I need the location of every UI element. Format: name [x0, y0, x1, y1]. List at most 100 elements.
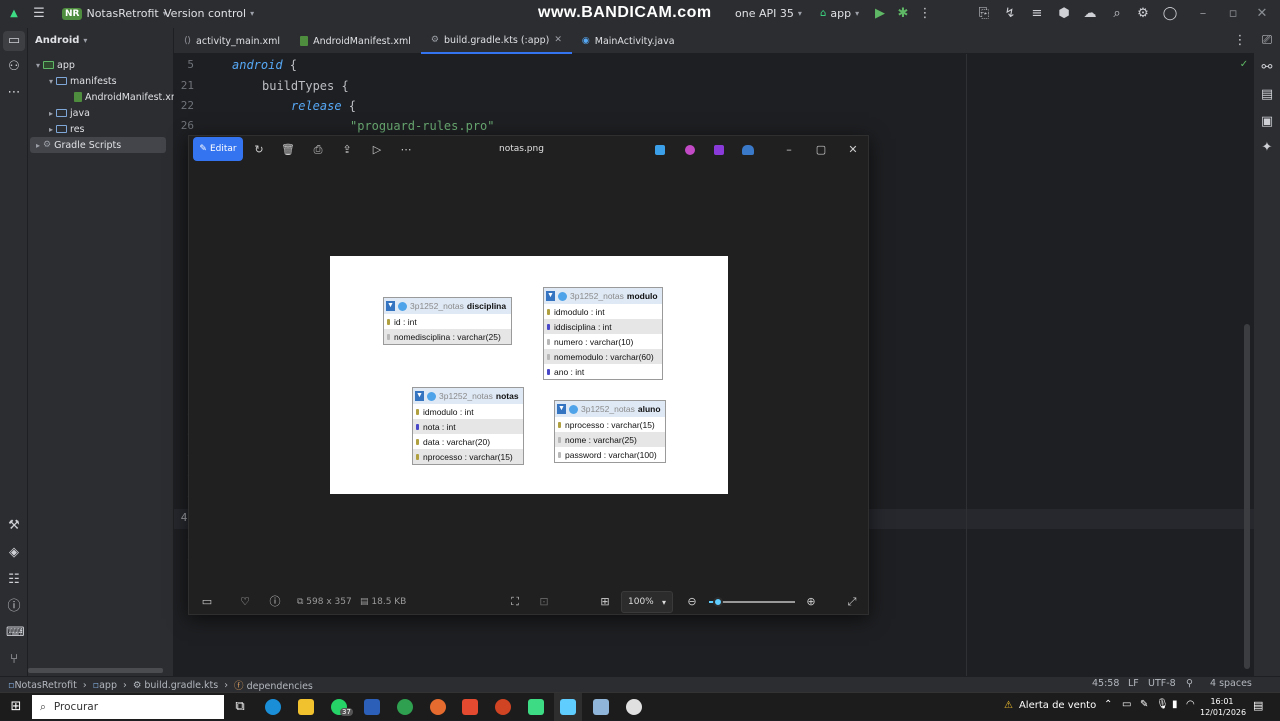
er-table-aluno[interactable]: ▼ 3p1252_notas aluno nprocesso : varchar… [554, 400, 666, 463]
photos-icon[interactable] [560, 699, 576, 715]
share-icon[interactable]: ⇪ [339, 142, 355, 158]
er-table-notas[interactable]: ▼ 3p1252_notas notas idmodulo : int nota… [412, 387, 524, 465]
print-icon[interactable]: ⎙ [310, 142, 326, 158]
running-devices-icon[interactable]: ▣ [1259, 114, 1275, 130]
more-tools-icon[interactable]: ⋯ [6, 85, 22, 101]
notifications-icon[interactable]: ⎚ [1259, 33, 1275, 49]
more-options-icon[interactable]: ⋯ [398, 142, 414, 158]
er-table-modulo[interactable]: ▼ 3p1252_notas modulo idmodulo : int idd… [543, 287, 663, 380]
horizontal-scrollbar[interactable] [28, 668, 163, 673]
maximize-icon[interactable]: ▢ [813, 142, 829, 158]
file-encoding[interactable]: UTF-8 [1148, 678, 1176, 689]
project-view-selector[interactable]: Android ▾ [35, 35, 87, 46]
windows-start-icon[interactable]: ⊞ [8, 699, 24, 715]
search-icon[interactable]: ⌕ [1109, 6, 1125, 22]
photos-legacy-icon[interactable] [655, 145, 665, 155]
file-explorer-icon[interactable] [298, 699, 314, 715]
slideshow-icon[interactable]: ▷ [369, 142, 385, 158]
onedrive-icon[interactable] [742, 145, 754, 155]
er-table-disciplina[interactable]: ▼ 3p1252_notas disciplina id : int nomed… [383, 297, 512, 345]
debug-icon[interactable]: ✱ [895, 6, 911, 22]
tab-androidmanifest[interactable]: AndroidManifest.xml [290, 28, 421, 54]
chrome-icon[interactable] [397, 699, 413, 715]
notification-center-icon[interactable]: ▤ [1253, 699, 1263, 712]
logcat-icon[interactable]: ☷ [6, 572, 22, 588]
device-file-icon[interactable]: ▤ [1259, 87, 1275, 103]
breadcrumb-item[interactable]: ⚙ build.gradle.kts [133, 680, 218, 691]
zoom-in-icon[interactable]: ⊕ [803, 594, 819, 610]
inspections-icon[interactable]: ⚲ [1186, 678, 1193, 689]
task-view-icon[interactable]: ⧉ [232, 699, 248, 715]
gem-icon[interactable]: ◈ [6, 545, 22, 561]
info-icon[interactable]: ⓘ [267, 594, 283, 610]
gemini-icon[interactable]: ✦ [1259, 140, 1275, 156]
firefox-icon[interactable] [430, 699, 446, 715]
breadcrumb-item[interactable]: ▫app [93, 680, 117, 691]
build-icon[interactable]: ⚒ [6, 518, 22, 534]
battery-icon[interactable]: ▮ [1172, 699, 1178, 710]
tab-options-icon[interactable]: ⋮ [1232, 33, 1248, 49]
delete-icon[interactable]: 🗑︎ [280, 142, 296, 158]
git-icon[interactable]: ⑂ [6, 652, 22, 668]
gradle-icon[interactable]: ☁ [1082, 6, 1098, 22]
account-icon[interactable]: ◯ [1162, 6, 1178, 22]
breadcrumb-item[interactable]: ⓕ dependencies [234, 678, 313, 692]
zoom-slider[interactable] [709, 597, 795, 607]
tab-mainactivity[interactable]: ◉ MainActivity.java [572, 28, 685, 54]
cursor-position[interactable]: 45:58 [1092, 678, 1119, 689]
designer-icon[interactable] [685, 145, 695, 155]
project-tool-icon[interactable]: ▭ [6, 33, 22, 49]
tree-item-androidmanifest[interactable]: AndroidManifest.xml [74, 89, 183, 105]
terminal-icon[interactable]: ⌨ [6, 625, 25, 641]
more-actions-icon[interactable]: ⋮ [917, 6, 933, 22]
brave-icon[interactable] [462, 699, 478, 715]
profiler-icon[interactable]: ↯ [1002, 6, 1018, 22]
line-separator[interactable]: LF [1128, 678, 1139, 689]
run-config-selector[interactable]: ⌂ app ▾ [820, 7, 859, 20]
close-tab-icon[interactable]: ✕ [554, 35, 562, 45]
sync-icon[interactable]: ≡ [1029, 6, 1045, 22]
fit-to-window-icon[interactable]: ⊞ [597, 594, 613, 610]
rotate-icon[interactable]: ↻ [251, 142, 267, 158]
filmstrip-icon[interactable]: ▭ [199, 594, 215, 610]
weather-widget[interactable]: ⚠ Alerta de vento [1004, 700, 1096, 711]
snipping-tool-icon[interactable] [593, 699, 609, 715]
no-problems-check-icon[interactable]: ✓ [1236, 57, 1252, 73]
zoom-slider-thumb[interactable] [712, 597, 723, 607]
vcs-selector[interactable]: Version control ▾ [164, 7, 254, 20]
close-icon[interactable]: ✕ [845, 142, 861, 158]
tab-build-gradle[interactable]: ⚙ build.gradle.kts (:app) ✕ [420, 28, 572, 54]
zoom-out-icon[interactable]: ⊖ [684, 594, 700, 610]
edit-button[interactable]: ✎ Editar [193, 137, 243, 161]
android-studio-taskbar-icon[interactable] [528, 699, 544, 715]
device-manager-icon[interactable]: ⎘ [976, 6, 992, 22]
maximize-icon[interactable]: ▫ [1225, 6, 1241, 22]
favorite-heart-icon[interactable]: ♡ [237, 594, 253, 610]
minimize-icon[interactable]: – [1195, 6, 1211, 22]
tree-item-manifests[interactable]: ▾ manifests [49, 73, 117, 89]
tree-item-res[interactable]: ▸ res [49, 121, 85, 137]
wifi-icon[interactable]: ◠ [1186, 699, 1195, 710]
tab-activity-main[interactable]: ⟨⟩ activity_main.xml [174, 28, 290, 54]
zoom-select[interactable]: 100% ▾ [621, 591, 673, 613]
breadcrumb-item[interactable]: ▫NotasRetrofit [8, 680, 77, 691]
problems-icon[interactable]: ⓘ [6, 599, 22, 615]
gear-icon[interactable]: ⚙ [1135, 6, 1151, 22]
taskbar-search[interactable]: ⌕ Procurar [32, 695, 224, 719]
tree-item-gradle-scripts[interactable]: ▸ ⚙ Gradle Scripts [30, 137, 166, 153]
device-selector[interactable]: one API 35 ▾ [735, 7, 802, 20]
microphone-icon[interactable]: 🎙︎ [1156, 699, 1169, 710]
project-selector[interactable]: NR NotasRetrofit ▾ [62, 7, 167, 20]
minimize-icon[interactable]: – [781, 142, 797, 158]
chevron-up-icon[interactable]: ⌃ [1104, 699, 1112, 710]
edge-icon[interactable] [265, 699, 281, 715]
word-icon[interactable] [364, 699, 380, 715]
close-icon[interactable]: ✕ [1254, 6, 1270, 22]
vertical-scrollbar[interactable] [1244, 324, 1250, 669]
image-canvas[interactable]: ▼ 3p1252_notas disciplina id : int nomed… [330, 256, 728, 494]
indent-setting[interactable]: 4 spaces [1210, 678, 1252, 689]
clipchamp-icon[interactable] [714, 145, 724, 155]
sdk-manager-icon[interactable]: ⬢ [1056, 6, 1072, 22]
tree-item-app[interactable]: ▾ app [36, 57, 75, 73]
powerpoint-icon[interactable] [495, 699, 511, 715]
